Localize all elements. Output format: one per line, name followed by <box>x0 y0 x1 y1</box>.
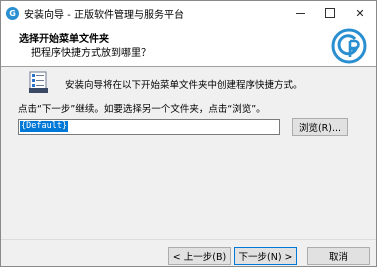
page-subtitle: 把程序快捷方式放到哪里？ <box>31 48 151 59</box>
title-bar: G 安装向导 - 正版软件管理与服务平台 ✕ <box>1 1 376 25</box>
wizard-header: 选择开始菜单文件夹 把程序快捷方式放到哪里？ <box>1 25 376 67</box>
maximize-icon <box>325 8 335 18</box>
back-button[interactable]: < 上一步(B) <box>168 247 231 265</box>
footer-divider <box>1 239 376 240</box>
cancel-button[interactable]: 取消 <box>307 247 370 265</box>
app-icon-glyph: G <box>9 8 16 18</box>
intro-text: 安装向导将在以下开始菜单文件夹中创建程序快捷方式。 <box>65 80 303 91</box>
window-title: 安装向导 - 正版软件管理与服务平台 <box>24 9 184 21</box>
app-icon: G <box>6 6 19 20</box>
browse-button[interactable]: 浏览(R)... <box>292 118 348 136</box>
instruction-text: 点击“下一步”继续。如要选择另一个文件夹，点击“浏览”。 <box>18 104 266 115</box>
gp-logo-icon <box>331 28 367 64</box>
close-icon: ✕ <box>355 6 365 20</box>
start-menu-folder-icon <box>29 71 48 93</box>
next-button[interactable]: 下一步(N) > <box>234 247 297 265</box>
folder-path-value: {Default} <box>20 121 69 132</box>
page-title: 选择开始菜单文件夹 <box>19 34 109 45</box>
minimize-button[interactable] <box>285 1 315 25</box>
close-button[interactable]: ✕ <box>345 1 375 25</box>
maximize-button[interactable] <box>315 1 345 25</box>
minimize-icon <box>295 12 305 14</box>
installer-window: G 安装向导 - 正版软件管理与服务平台 ✕ 选择开始菜单文件夹 把程序快捷方式… <box>0 0 377 267</box>
